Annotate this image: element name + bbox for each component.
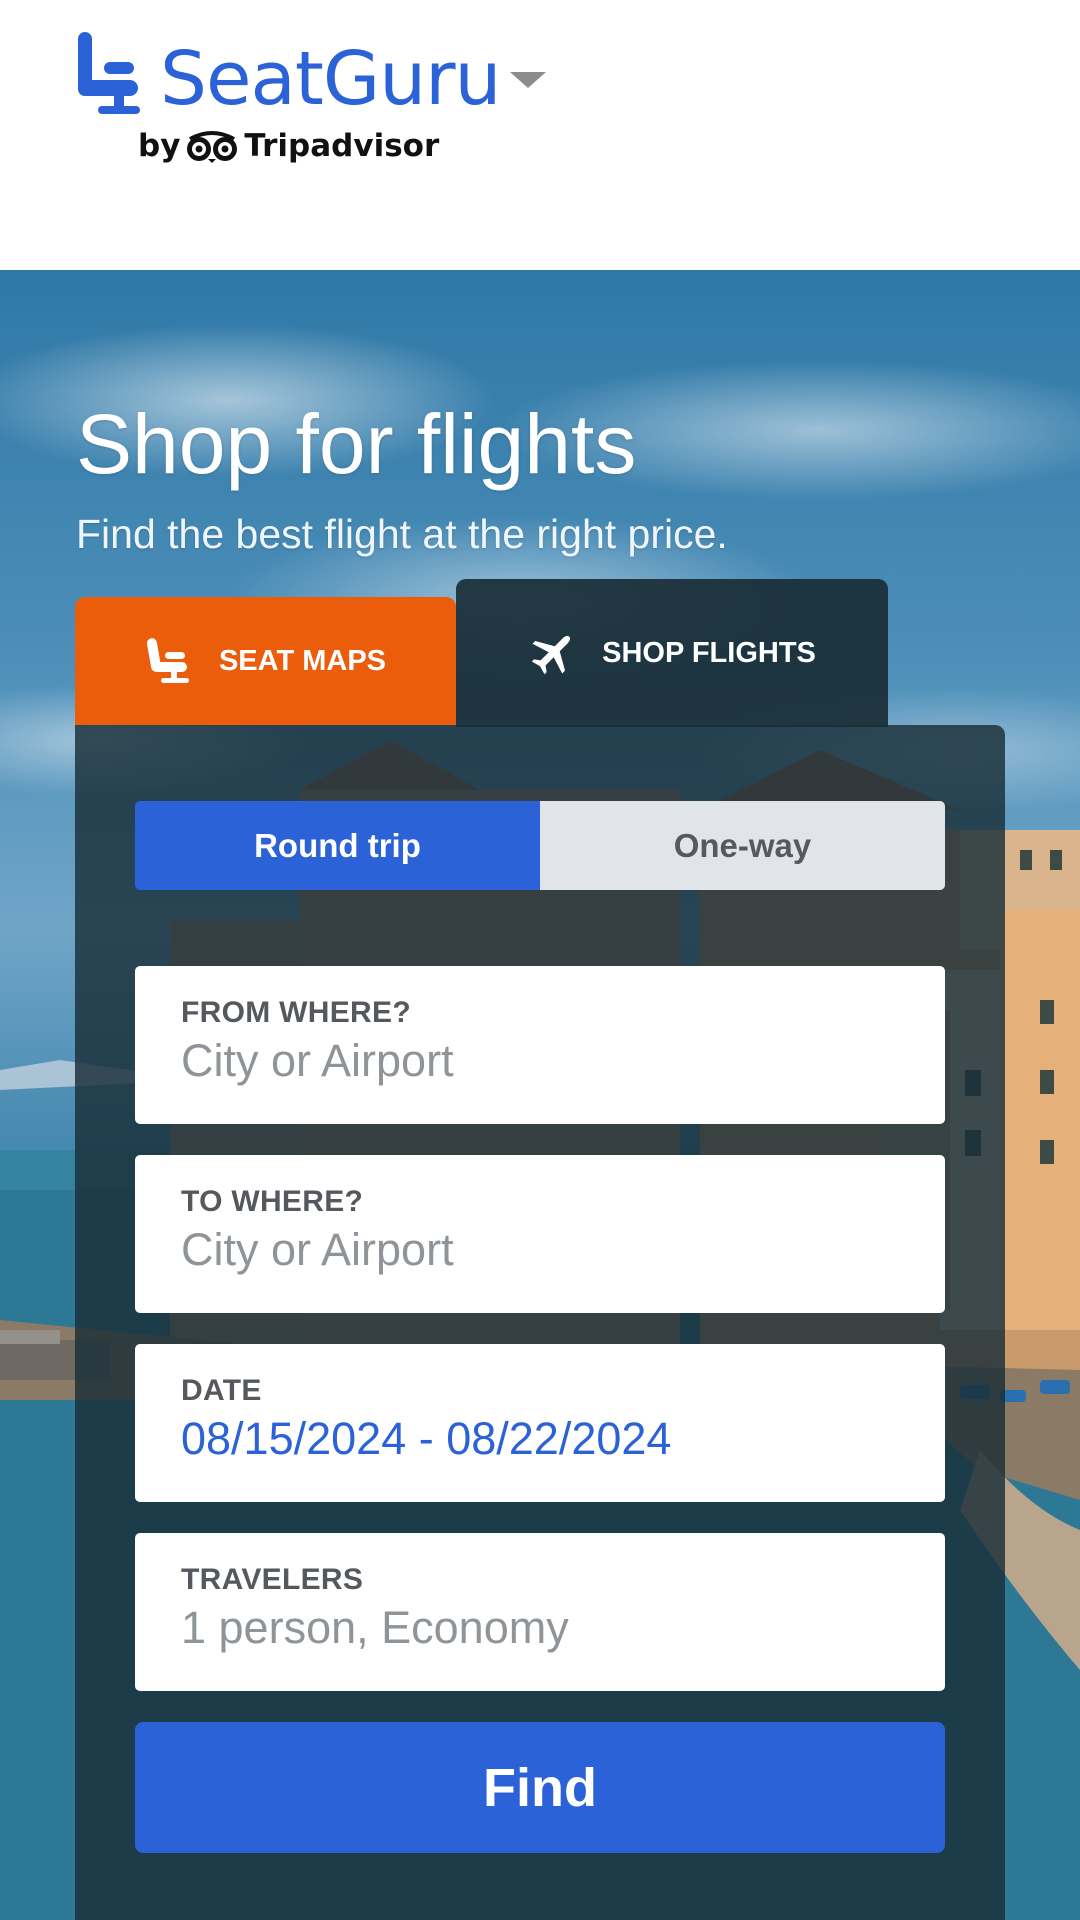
date-label: DATE: [181, 1374, 262, 1407]
round-trip-option[interactable]: Round trip: [135, 801, 540, 890]
byline-brand: Tripadvisor: [244, 128, 440, 164]
travelers-label: TRAVELERS: [181, 1563, 364, 1596]
tab-shop-flights-label: SHOP FLIGHTS: [602, 636, 816, 669]
hero-subtitle: Find the best flight at the right price.: [76, 511, 728, 557]
airplane-icon: [531, 635, 571, 675]
trip-type-toggle: Round trip One-way: [135, 801, 945, 890]
seatguru-logo[interactable]: SeatGuru by Tripadvisor: [74, 28, 501, 178]
from-where-field[interactable]: FROM WHERE? City or Airport: [135, 966, 945, 1124]
seat-logo-icon: [78, 32, 140, 114]
travelers-field[interactable]: TRAVELERS 1 person, Economy: [135, 1533, 945, 1691]
byline-prefix: by: [138, 128, 181, 164]
site-header: SeatGuru by Tripadvisor: [0, 0, 1080, 270]
byline: by Tripadvisor: [138, 128, 439, 164]
from-where-placeholder: City or Airport: [181, 1035, 454, 1086]
hero-title: Shop for flights: [76, 397, 637, 492]
to-where-placeholder: City or Airport: [181, 1224, 454, 1275]
find-button[interactable]: Find: [135, 1722, 945, 1853]
tab-seat-maps-label: SEAT MAPS: [218, 644, 387, 677]
date-range-value: 08/15/2024 - 08/22/2024: [181, 1413, 672, 1464]
tripadvisor-owl-icon: [187, 131, 238, 163]
tab-shop-flights[interactable]: SHOP FLIGHTS: [456, 579, 888, 727]
to-where-label: TO WHERE?: [181, 1185, 364, 1218]
one-way-option[interactable]: One-way: [540, 801, 945, 890]
seat-icon: [146, 638, 189, 683]
to-where-field[interactable]: TO WHERE? City or Airport: [135, 1155, 945, 1313]
date-field[interactable]: DATE 08/15/2024 - 08/22/2024: [135, 1344, 945, 1502]
chevron-down-icon[interactable]: [510, 68, 546, 90]
tab-seat-maps[interactable]: SEAT MAPS: [75, 597, 456, 725]
from-where-label: FROM WHERE?: [181, 996, 411, 1029]
travelers-value: 1 person, Economy: [181, 1602, 569, 1653]
brand-name: SeatGuru: [160, 36, 501, 122]
